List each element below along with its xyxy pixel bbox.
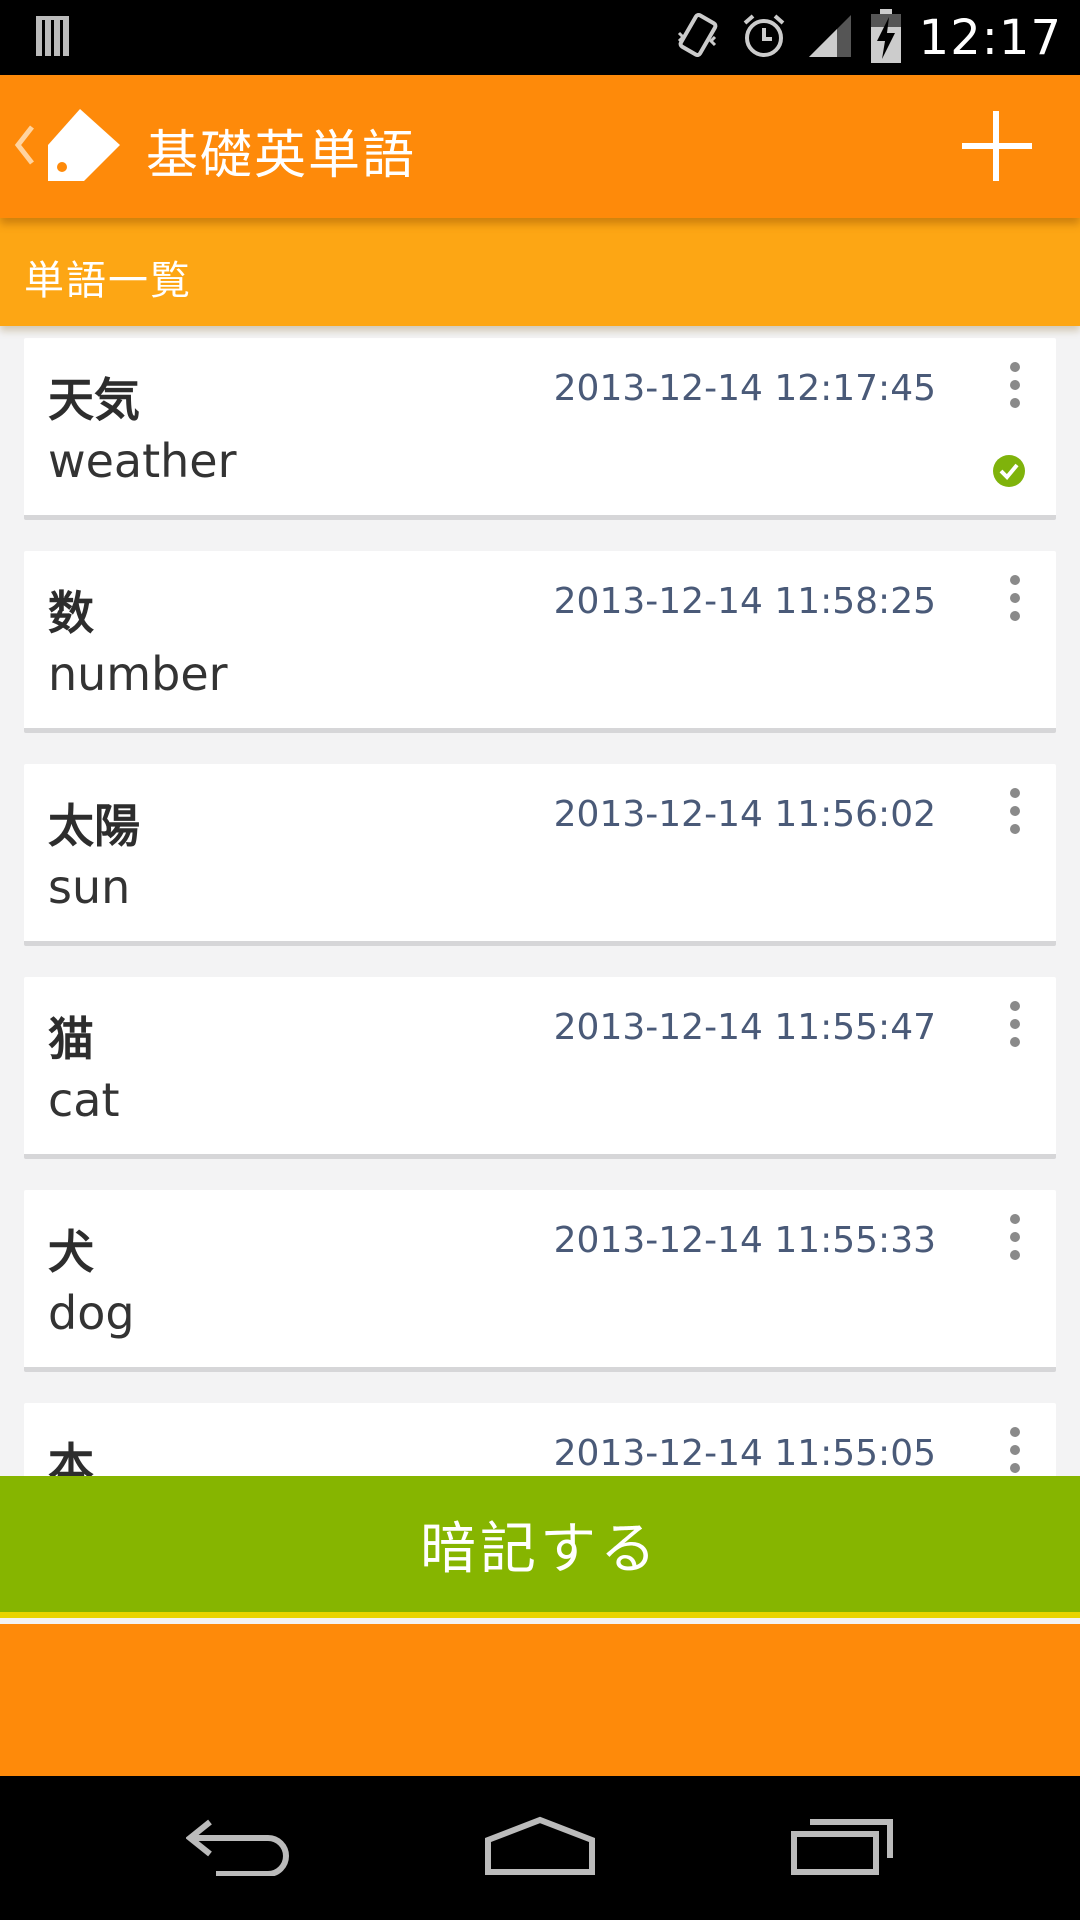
word-timestamp: 2013-12-14 11:58:25 [553, 581, 936, 622]
list-item[interactable]: 本 2013-12-14 11:55:05 [24, 1403, 1056, 1476]
home-icon[interactable] [484, 1816, 596, 1880]
check-circle-icon [992, 454, 1026, 492]
word-timestamp: 2013-12-14 11:56:02 [553, 794, 936, 835]
word-english: number [48, 647, 228, 701]
list-item[interactable]: 天気 weather 2013-12-14 12:17:45 [24, 338, 1056, 520]
overflow-menu-icon[interactable] [1008, 1001, 1022, 1047]
word-timestamp: 2013-12-14 11:55:05 [553, 1433, 936, 1474]
overflow-menu-icon[interactable] [1008, 788, 1022, 834]
overflow-menu-icon[interactable] [1008, 1427, 1022, 1473]
signal-icon [807, 13, 853, 63]
recents-icon[interactable] [790, 1816, 896, 1880]
back-icon[interactable] [185, 1816, 290, 1880]
nav-bar [0, 1776, 1080, 1920]
chevron-left-icon[interactable] [12, 123, 36, 171]
list-item[interactable]: 犬 dog 2013-12-14 11:55:33 [24, 1190, 1056, 1372]
list-item[interactable]: 猫 cat 2013-12-14 11:55:47 [24, 977, 1056, 1159]
alarm-icon [739, 11, 789, 65]
word-japanese: 天気 [48, 373, 140, 427]
word-japanese: 犬 [48, 1225, 94, 1279]
overflow-menu-icon[interactable] [1008, 575, 1022, 621]
memorize-button[interactable]: 暗記する [0, 1476, 1080, 1618]
list-item[interactable]: 数 number 2013-12-14 11:58:25 [24, 551, 1056, 733]
word-timestamp: 2013-12-14 12:17:45 [553, 368, 936, 409]
word-english: dog [48, 1286, 135, 1340]
word-japanese: 本 [48, 1438, 94, 1476]
word-japanese: 猫 [48, 1012, 94, 1066]
word-list[interactable]: 天気 weather 2013-12-14 12:17:45 数 number … [0, 326, 1080, 1476]
battery-charging-icon [870, 8, 901, 67]
footer-band [0, 1624, 1080, 1776]
section-title: 単語一覧 [24, 258, 192, 304]
list-item[interactable]: 太陽 sun 2013-12-14 11:56:02 [24, 764, 1056, 946]
overflow-menu-icon[interactable] [1008, 362, 1022, 408]
notification-icon [34, 14, 74, 62]
app-title: 基礎英単語 [146, 126, 417, 186]
word-timestamp: 2013-12-14 11:55:33 [553, 1220, 936, 1261]
word-timestamp: 2013-12-14 11:55:47 [553, 1007, 936, 1048]
word-japanese: 数 [48, 586, 94, 640]
word-japanese: 太陽 [48, 799, 140, 853]
word-english: weather [48, 434, 237, 488]
tag-icon[interactable] [44, 105, 124, 189]
action-bar: 基礎英単語 [0, 75, 1080, 218]
overflow-menu-icon[interactable] [1008, 1214, 1022, 1260]
word-english: sun [48, 860, 131, 914]
status-bar: 12:17 [0, 0, 1080, 75]
status-clock: 12:17 [918, 9, 1062, 66]
word-english: cat [48, 1073, 120, 1127]
plus-icon[interactable] [950, 99, 1044, 193]
sub-header: 単語一覧 [0, 218, 1080, 326]
vibrate-icon [673, 11, 721, 65]
